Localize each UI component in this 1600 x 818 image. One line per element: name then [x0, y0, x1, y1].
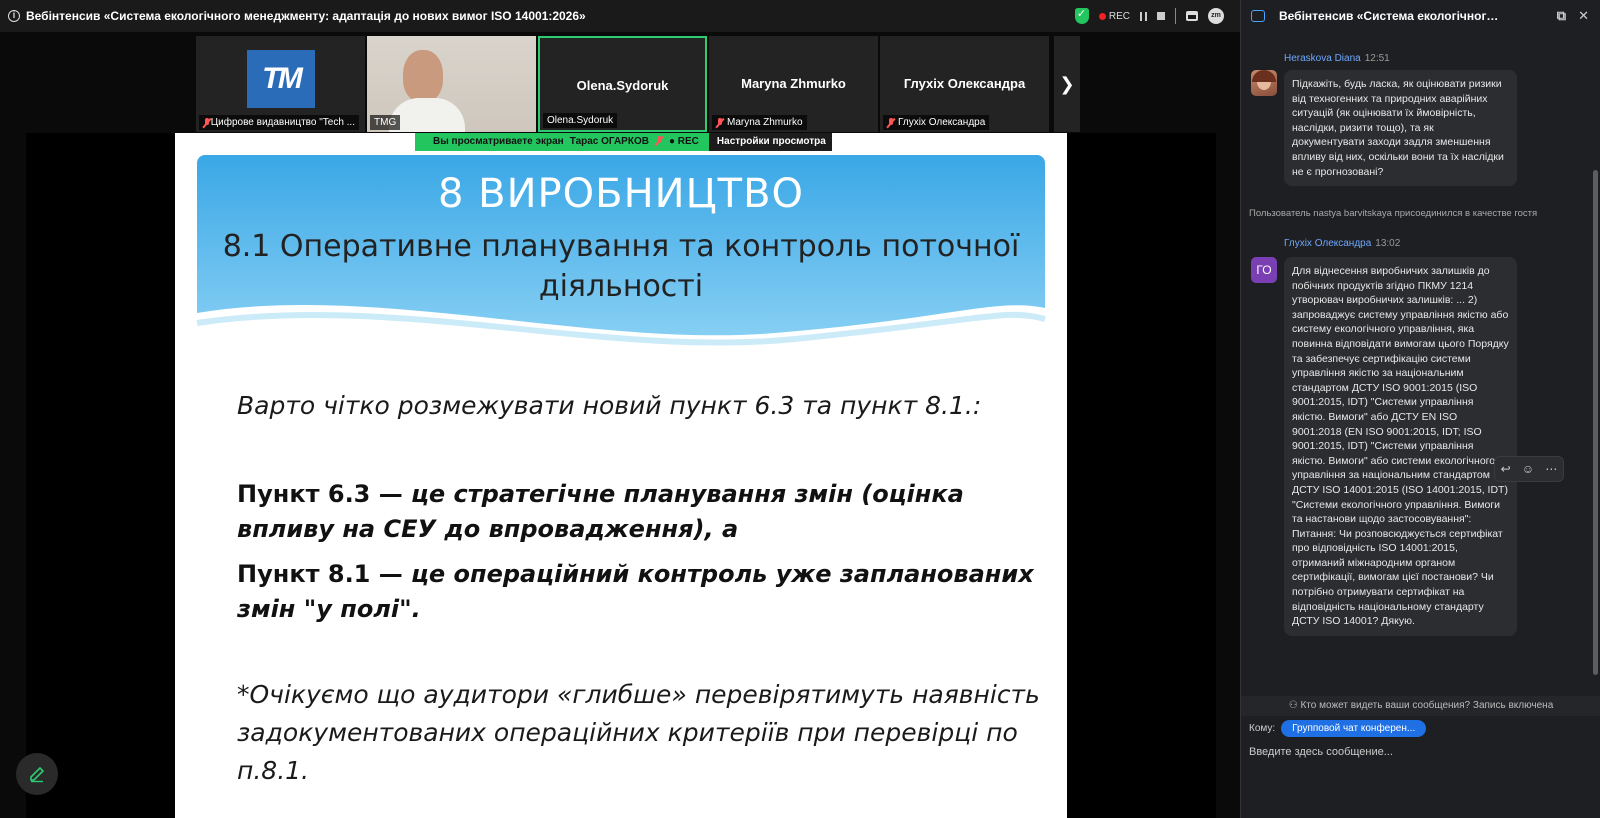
slide-title: 8 ВИРОБНИЦТВО [438, 171, 804, 217]
privacy-notice[interactable]: ⚇ Кто может видеть ваши сообщения? Запис… [1241, 696, 1600, 716]
chat-header-actions: ⧉ ✕ [1557, 8, 1589, 24]
message-author: Глухіх Олександра [1284, 238, 1372, 249]
participant-name: TMG [374, 117, 397, 128]
mic-muted-icon [887, 117, 895, 128]
slide-paragraph: Пункт 8.1 — це операційний контроль уже … [237, 557, 1057, 627]
participant-tile-active-speaker[interactable]: Olena.Sydoruk Olena.Sydoruk [538, 36, 707, 132]
more-options-icon[interactable]: ⋯ [1545, 462, 1557, 476]
chat-scrollbar[interactable] [1593, 170, 1598, 675]
people-icon: ⚇ [1288, 700, 1298, 711]
pop-out-icon[interactable]: ⧉ [1557, 8, 1566, 24]
message-meta: Глухіх Олександра 13:02 [1284, 238, 1400, 249]
rec-label: REC [1108, 10, 1130, 22]
annotate-button[interactable] [16, 753, 58, 795]
recipient-select[interactable]: Групповой чат конферен... [1281, 720, 1427, 737]
chat-message: Для віднесення виробничих залишків до по… [1284, 257, 1517, 636]
recipient-row: Кому: Групповой чат конферен... [1249, 720, 1427, 737]
record-dot-icon [1098, 12, 1106, 20]
reply-icon[interactable]: ↩ [1501, 462, 1511, 476]
stop-recording-icon[interactable] [1157, 12, 1165, 20]
security-shield-icon[interactable] [1074, 7, 1089, 24]
zoom-apps-icon[interactable]: zm [1208, 8, 1224, 24]
avatar[interactable] [1251, 70, 1277, 96]
share-viewing-label: Вы просматриваете экран [433, 136, 564, 147]
chat-panel: Вебінтенсив «Система екологічного ... ⧉ … [1240, 0, 1600, 818]
message-time: 12:51 [1364, 53, 1390, 64]
chat-title: Вебінтенсив «Система екологічного ... [1279, 9, 1499, 23]
mic-muted-icon [716, 117, 724, 128]
participant-strip: ТМ Цифрове видавництво "Tech ... TMG Ole… [196, 36, 1049, 132]
participant-tile[interactable]: ТМ Цифрове видавництво "Tech ... [196, 36, 365, 132]
participant-label: Olena.Sydoruk [543, 113, 618, 128]
screen-share-banner: Вы просматриваете экран Тарас ОГАРКОВ ● … [415, 133, 832, 151]
next-participants-chevron-icon[interactable]: ❯ [1054, 36, 1080, 132]
share-rec-label: ● REC [668, 136, 699, 147]
participant-tile[interactable]: Глухіх Олександра Глухіх Олександра [880, 36, 1049, 132]
emoji-reaction-icon[interactable]: ☺ [1522, 462, 1534, 476]
divider [1175, 8, 1176, 24]
participant-name: Цифрове видавництво "Tech ... [210, 117, 355, 128]
tech-media-logo: ТМ [247, 50, 315, 108]
slide-subtitle: 8.1 Оперативне планування та контроль по… [222, 229, 1020, 304]
participant-display-name: Глухіх Олександра [903, 76, 1026, 91]
chat-message: Підкажіть, будь ласка, як оцінювати ризи… [1284, 70, 1517, 187]
participant-label: Цифрове видавництво "Tech ... [199, 115, 359, 130]
presenter-name: Тарас ОГАРКОВ [569, 136, 649, 147]
shared-slide: 8 ВИРОБНИЦТВО 8.1 Оперативне планування … [175, 133, 1067, 818]
topbar-controls: REC zm [1074, 0, 1224, 32]
main-view: i Вебінтенсив «Система екологічного мене… [0, 0, 1240, 818]
slide-point-label: Пункт 6.3 — [237, 480, 412, 508]
slide-paragraph: Пункт 6.3 — це стратегічне планування зм… [237, 477, 1057, 547]
participant-name: Глухіх Олександра [898, 117, 986, 128]
meeting-topbar: i Вебінтенсив «Система екологічного мене… [0, 0, 1240, 32]
chat-header: Вебінтенсив «Система екологічного ... ⧉ … [1241, 0, 1600, 32]
participant-name: Maryna Zhmurko [727, 117, 803, 128]
participant-label: Глухіх Олександра [883, 115, 990, 130]
system-notice: Пользователь nastya barvitskaya присоеди… [1249, 208, 1538, 219]
meeting-title: Вебінтенсив «Система екологічного менедж… [26, 9, 586, 23]
slide-paragraph: Варто чітко розмежувати новий пункт 6.3 … [237, 391, 982, 420]
close-icon[interactable]: ✕ [1578, 8, 1589, 24]
privacy-text: Кто может видеть ваши сообщения? Запись … [1300, 700, 1554, 711]
participant-display-name: Maryna Zhmurko [741, 76, 846, 91]
pencil-icon [30, 766, 45, 783]
message-author: Heraskova Diana [1284, 53, 1361, 64]
participant-tile[interactable]: TMG [367, 36, 536, 132]
info-icon[interactable]: i [8, 10, 20, 22]
chat-icon [1251, 10, 1265, 22]
participant-tile[interactable]: Maryna Zhmurko Maryna Zhmurko [709, 36, 878, 132]
zoom-meeting-window: i Вебінтенсив «Система екологічного мене… [0, 0, 1600, 818]
recording-indicator: REC [1098, 10, 1130, 22]
slide-note: *Очікуємо що аудитори «глибше» перевірят… [237, 680, 1040, 785]
slide-point-label: Пункт 8.1 — [237, 560, 412, 588]
recipient-label: Кому: [1249, 723, 1276, 734]
pause-recording-icon[interactable] [1140, 11, 1147, 21]
message-actions: ↩ ☺ ⋯ [1494, 456, 1564, 482]
participant-label: Maryna Zhmurko [712, 115, 807, 130]
participant-display-name: Olena.Sydoruk [576, 78, 669, 93]
avatar[interactable]: ГО [1251, 257, 1277, 283]
view-options-button[interactable]: Настройки просмотра [708, 133, 832, 151]
chat-message-input[interactable] [1249, 746, 1589, 758]
share-status: Вы просматриваете экран Тарас ОГАРКОВ ● … [415, 133, 709, 151]
message-time: 13:02 [1375, 238, 1401, 249]
mic-muted-icon [203, 117, 209, 128]
presenter-mic-icon [655, 136, 663, 146]
message-meta: Heraskova Diana 12:51 [1284, 53, 1390, 64]
participant-name: Olena.Sydoruk [547, 115, 614, 126]
view-layout-icon[interactable] [1186, 11, 1198, 21]
participant-label: TMG [370, 115, 401, 130]
